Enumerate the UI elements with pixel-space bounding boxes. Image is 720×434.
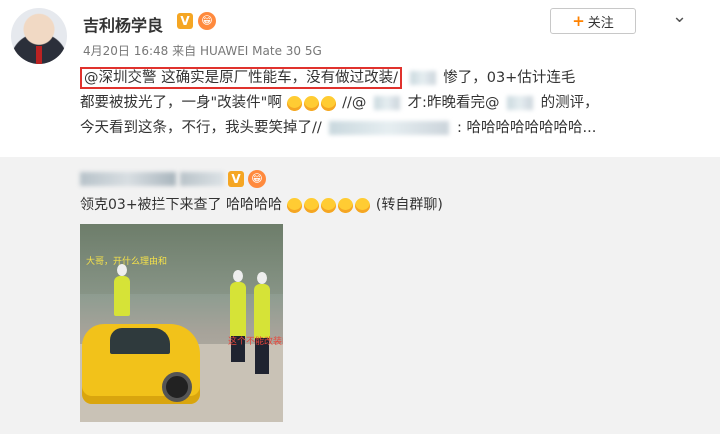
avatar-tie	[36, 46, 42, 64]
blurred-username	[409, 71, 436, 85]
repost-image[interactable]: 大哥，开什么理由和 这个不能改装的	[80, 224, 283, 422]
verified-icon: V	[228, 171, 244, 187]
post-time: 16:48	[133, 44, 169, 58]
post-device[interactable]: HUAWEI Mate 30 5G	[200, 44, 322, 58]
laugh-emoji-icon	[287, 95, 303, 111]
image-caption: 大哥，开什么理由和	[86, 257, 168, 267]
post-line-2-end: 的测评，	[540, 95, 599, 111]
repost-separator: //@	[342, 95, 367, 111]
blurred-username	[329, 121, 450, 135]
user-name[interactable]: 吉利杨学良	[83, 12, 163, 36]
post-line-2-text: 都要被拔光了，一身"改装件"啊	[80, 95, 282, 111]
cry-emoji-icon	[338, 197, 354, 213]
image-officer	[230, 270, 246, 338]
level-badge-icon: 😁	[198, 12, 216, 30]
post-line-3-end: : 哈哈哈哈哈哈哈哈...	[457, 120, 597, 136]
post-line-3: 今天看到这条，不行，我头要笑掉了// : 哈哈哈哈哈哈哈哈...	[80, 116, 680, 141]
post-source-prefix: 来自	[172, 44, 197, 58]
post-line-2-mention[interactable]: 才:昨晚看完@	[408, 95, 500, 111]
post-line-1-rest: 惨了，03+估计连毛	[443, 70, 576, 86]
post-date: 4月20日	[83, 44, 130, 58]
post-meta: 4月20日 16:48 来自 HUAWEI Mate 30 5G	[83, 42, 322, 59]
blurred-username	[507, 96, 534, 110]
follow-label: 关注	[587, 15, 614, 31]
image-car-window	[110, 328, 170, 354]
laugh-emoji-icon	[321, 95, 337, 111]
post-body: @深圳交警 这确实是原厂性能车，没有做过改装/ 惨了，03+估计连毛 都要被拔光…	[80, 66, 680, 141]
image-officer	[114, 264, 130, 316]
chevron-down-icon[interactable]: ⌄	[672, 6, 687, 27]
image-car-wheel	[162, 372, 192, 402]
laugh-emoji-icon	[287, 197, 303, 213]
plus-icon: +	[572, 12, 585, 30]
officer-helmet	[257, 272, 267, 284]
post-line-1: @深圳交警 这确实是原厂性能车，没有做过改装/ 惨了，03+估计连毛	[80, 66, 680, 91]
cry-emoji-icon	[355, 197, 371, 213]
follow-button[interactable]: + 关注	[550, 8, 636, 34]
image-officer	[254, 272, 270, 340]
verified-icon: V	[177, 13, 193, 29]
image-caption: 这个不能改装的	[228, 337, 283, 347]
blurred-author	[180, 172, 224, 186]
level-badge-icon: 😁	[248, 170, 266, 188]
laugh-emoji-icon	[304, 95, 320, 111]
laugh-emoji-icon	[304, 197, 320, 213]
repost-author[interactable]: V 😁	[80, 170, 266, 188]
laugh-emoji-icon	[321, 197, 337, 213]
avatar[interactable]	[11, 8, 67, 64]
officer-helmet	[233, 270, 243, 282]
blurred-author	[80, 172, 176, 186]
post-line-2: 都要被拔光了，一身"改装件"啊 //@ 才:昨晚看完@ 的测评，	[80, 91, 680, 116]
blurred-username	[373, 96, 400, 110]
repost-text: 领克03+被拦下来查了 哈哈哈哈 (转自群聊)	[80, 194, 443, 214]
repost-text-main: 领克03+被拦下来查了 哈哈哈哈	[80, 197, 282, 213]
post-line-3-text: 今天看到这条，不行，我头要笑掉了//	[80, 120, 322, 136]
repost-source: (转自群聊)	[375, 197, 443, 213]
highlighted-mention[interactable]: @深圳交警 这确实是原厂性能车，没有做过改装/	[80, 67, 402, 89]
